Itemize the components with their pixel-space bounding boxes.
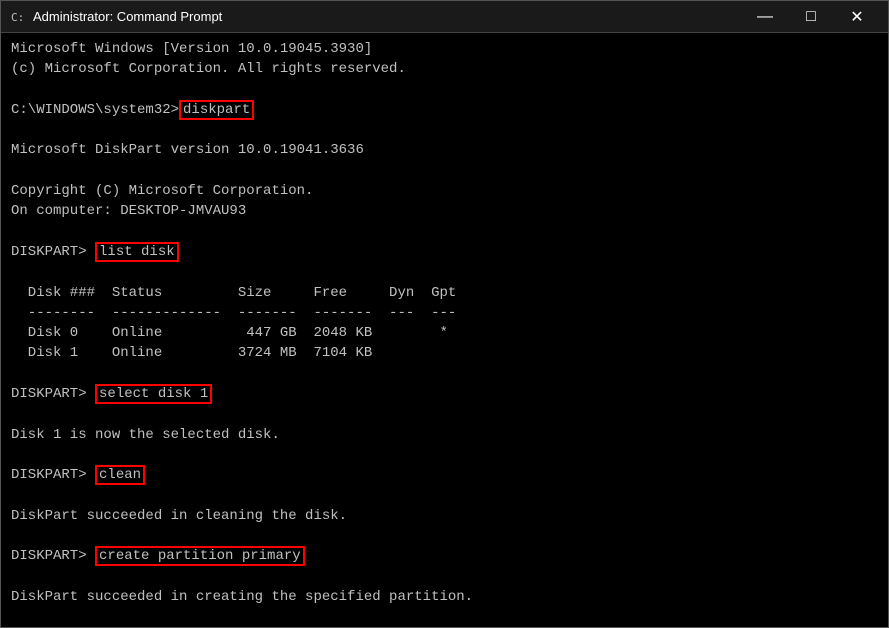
line-text: DISKPART> select disk 1	[11, 384, 212, 404]
line-text: C:\WINDOWS\system32>diskpart	[11, 100, 254, 120]
console-line: On computer: DESKTOP-JMVAU93	[11, 201, 878, 221]
window-title: Administrator: Command Prompt	[33, 9, 742, 24]
console-line	[11, 526, 878, 546]
console-line: DISKPART> clean	[11, 465, 878, 485]
console-line	[11, 262, 878, 282]
title-bar: C:\ Administrator: Command Prompt — □ ✕	[1, 1, 888, 33]
line-text: Copyright (C) Microsoft Corporation.	[11, 183, 313, 199]
console-line: Disk 0 Online 447 GB 2048 KB *	[11, 323, 878, 343]
close-button[interactable]: ✕	[834, 1, 880, 33]
line-text: DiskPart succeeded in creating the speci…	[11, 589, 473, 605]
line-text: DiskPart succeeded in cleaning the disk.	[11, 508, 347, 524]
command-highlight: clean	[95, 465, 145, 485]
line-text: DISKPART> clean	[11, 465, 145, 485]
line-text: -------- ------------- ------- ------- -…	[11, 305, 456, 321]
line-text: On computer: DESKTOP-JMVAU93	[11, 203, 246, 219]
console-line: Disk ### Status Size Free Dyn Gpt	[11, 283, 878, 303]
line-text: Disk 0 Online 447 GB 2048 KB *	[11, 325, 448, 341]
console-line	[11, 80, 878, 100]
svg-text:C:\: C:\	[11, 11, 25, 24]
line-text: Microsoft DiskPart version 10.0.19041.36…	[11, 142, 364, 158]
command-highlight: diskpart	[179, 100, 254, 120]
line-text: DISKPART> create partition primary	[11, 546, 305, 566]
console-line	[11, 161, 878, 181]
console-line	[11, 567, 878, 587]
console-line: DISKPART> select disk 1	[11, 384, 878, 404]
console-line: C:\WINDOWS\system32>diskpart	[11, 100, 878, 120]
console-line: DISKPART> create partition primary	[11, 546, 878, 566]
line-text: (c) Microsoft Corporation. All rights re…	[11, 61, 406, 77]
command-highlight: select disk 1	[95, 384, 212, 404]
console-output: Microsoft Windows [Version 10.0.19045.39…	[1, 33, 888, 627]
line-text: DISKPART> list disk	[11, 242, 179, 262]
app-icon: C:\	[9, 9, 25, 25]
command-highlight: list disk	[95, 242, 179, 262]
command-highlight: create partition primary	[95, 546, 305, 566]
console-line	[11, 222, 878, 242]
window: C:\ Administrator: Command Prompt — □ ✕ …	[0, 0, 889, 628]
console-line: -------- ------------- ------- ------- -…	[11, 303, 878, 323]
console-line	[11, 445, 878, 465]
line-text: Disk ### Status Size Free Dyn Gpt	[11, 285, 456, 301]
console-line	[11, 404, 878, 424]
line-text: Disk 1 Online 3724 MB 7104 KB	[11, 345, 372, 361]
console-line: (c) Microsoft Corporation. All rights re…	[11, 59, 878, 79]
console-line	[11, 120, 878, 140]
console-line: Microsoft Windows [Version 10.0.19045.39…	[11, 39, 878, 59]
minimize-button[interactable]: —	[742, 1, 788, 33]
line-text: Disk 1 is now the selected disk.	[11, 427, 280, 443]
window-controls: — □ ✕	[742, 1, 880, 33]
console-line: DiskPart succeeded in cleaning the disk.	[11, 506, 878, 526]
maximize-button[interactable]: □	[788, 1, 834, 33]
console-line	[11, 607, 878, 627]
console-line: DISKPART> list disk	[11, 242, 878, 262]
console-line: Microsoft DiskPart version 10.0.19041.36…	[11, 140, 878, 160]
console-line: DiskPart succeeded in creating the speci…	[11, 587, 878, 607]
line-text: Microsoft Windows [Version 10.0.19045.39…	[11, 41, 372, 57]
console-line	[11, 364, 878, 384]
console-line: Disk 1 Online 3724 MB 7104 KB	[11, 343, 878, 363]
console-line	[11, 486, 878, 506]
console-line: Copyright (C) Microsoft Corporation.	[11, 181, 878, 201]
console-line: Disk 1 is now the selected disk.	[11, 425, 878, 445]
